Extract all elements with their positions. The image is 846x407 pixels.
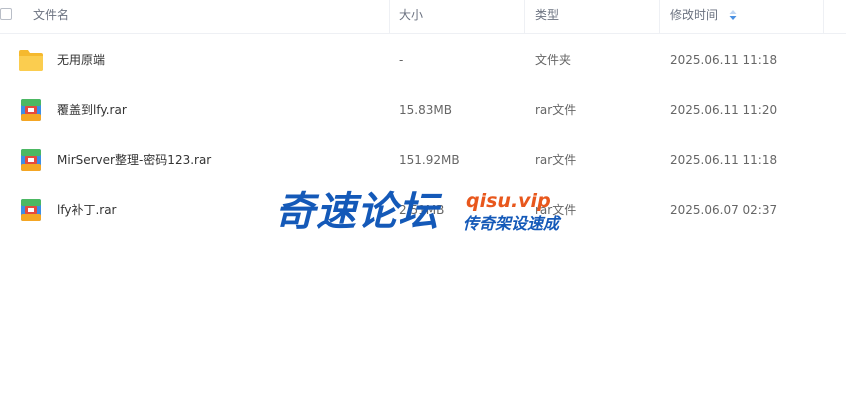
file-size: 15.83MB bbox=[399, 103, 452, 117]
column-header-modified[interactable]: 修改时间 bbox=[670, 0, 718, 33]
column-divider[interactable] bbox=[524, 0, 525, 33]
column-divider[interactable] bbox=[389, 0, 390, 33]
table-header: 文件名 大小 类型 修改时间 bbox=[0, 0, 846, 34]
archive-icon bbox=[21, 99, 41, 121]
folder-icon bbox=[19, 50, 43, 71]
archive-icon bbox=[21, 199, 41, 221]
file-type: rar文件 bbox=[535, 153, 577, 167]
file-list-view: 文件名 大小 类型 修改时间 无用原端 - 文件夹 2025.06.11 11:… bbox=[0, 0, 846, 407]
file-name[interactable]: lfy补丁.rar bbox=[57, 185, 117, 235]
column-divider[interactable] bbox=[823, 0, 824, 33]
file-size: 2.51MB bbox=[399, 203, 445, 217]
file-type: rar文件 bbox=[535, 103, 577, 117]
column-header-type[interactable]: 类型 bbox=[535, 0, 559, 33]
sort-updown-icon[interactable] bbox=[729, 10, 737, 20]
file-name[interactable]: 覆盖到lfy.rar bbox=[57, 85, 127, 135]
table-row[interactable]: lfy补丁.rar 2.51MB rar文件 2025.06.07 02:37 bbox=[0, 185, 846, 235]
file-type: rar文件 bbox=[535, 203, 577, 217]
column-header-name[interactable]: 文件名 bbox=[33, 0, 69, 33]
file-modified: 2025.06.11 11:20 bbox=[670, 103, 778, 117]
table-row[interactable]: 无用原端 - 文件夹 2025.06.11 11:18 bbox=[0, 35, 846, 85]
column-header-size[interactable]: 大小 bbox=[399, 0, 423, 33]
table-row[interactable]: MirServer整理-密码123.rar 151.92MB rar文件 202… bbox=[0, 135, 846, 185]
archive-icon bbox=[21, 149, 41, 171]
file-size: 151.92MB bbox=[399, 153, 460, 167]
select-all-checkbox[interactable] bbox=[0, 8, 12, 20]
file-size: - bbox=[399, 53, 404, 67]
file-name[interactable]: MirServer整理-密码123.rar bbox=[57, 135, 211, 185]
file-modified: 2025.06.11 11:18 bbox=[670, 153, 778, 167]
file-type: 文件夹 bbox=[535, 53, 572, 67]
file-modified: 2025.06.11 11:18 bbox=[670, 53, 778, 67]
column-divider[interactable] bbox=[659, 0, 660, 33]
file-modified: 2025.06.07 02:37 bbox=[670, 203, 778, 217]
table-row[interactable]: 覆盖到lfy.rar 15.83MB rar文件 2025.06.11 11:2… bbox=[0, 85, 846, 135]
file-name[interactable]: 无用原端 bbox=[57, 35, 105, 85]
